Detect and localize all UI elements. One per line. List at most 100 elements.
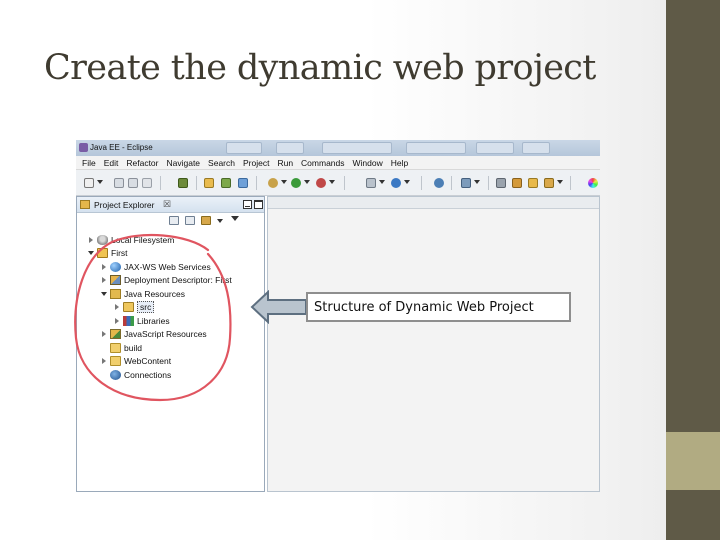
new-project-icon[interactable] <box>204 178 214 188</box>
collapse-icon[interactable] <box>87 249 95 257</box>
taskbar-ghost-tab <box>322 142 392 154</box>
expand-icon[interactable] <box>100 330 108 338</box>
minimize-icon[interactable] <box>243 200 252 209</box>
chevron-down-icon[interactable] <box>379 180 385 184</box>
tree-item-local-filesystem[interactable]: Local Filesystem <box>87 233 174 246</box>
editor-tab-bar <box>268 197 599 209</box>
open-folder-icon[interactable] <box>528 178 538 188</box>
menu-file[interactable]: File <box>78 158 100 168</box>
chevron-down-icon[interactable] <box>329 180 335 184</box>
tree-item-label: Connections <box>124 369 172 380</box>
tree-item-connections[interactable]: Connections <box>100 368 171 381</box>
toggle-icon[interactable] <box>496 178 506 188</box>
javascript-icon <box>110 328 121 339</box>
chevron-down-icon[interactable] <box>281 180 287 184</box>
menu-commands[interactable]: Commands <box>297 158 348 168</box>
expand-icon[interactable] <box>100 357 108 365</box>
tree-item-deployment-descriptor[interactable]: Deployment Descriptor: First <box>100 273 232 286</box>
tree-item-src[interactable]: src <box>113 300 155 313</box>
chevron-down-icon[interactable] <box>217 219 223 223</box>
tree-item-label: WebContent <box>124 355 172 366</box>
tree-item-first[interactable]: First <box>87 246 128 259</box>
debug-icon[interactable] <box>268 178 278 188</box>
decorative-sidebar-bottom <box>666 490 720 540</box>
open-type-icon[interactable] <box>366 178 376 188</box>
menu-project[interactable]: Project <box>239 158 273 168</box>
print-icon[interactable] <box>142 178 152 188</box>
toolbar-separator <box>344 176 345 190</box>
tree-item-webcontent[interactable]: WebContent <box>100 354 171 367</box>
external-tools-icon[interactable] <box>316 178 326 188</box>
run-icon[interactable] <box>291 178 301 188</box>
view-menu-icon[interactable] <box>201 216 211 225</box>
menu-search[interactable]: Search <box>204 158 239 168</box>
tree-item-jax-ws[interactable]: JAX-WS Web Services <box>100 260 211 273</box>
save-all-icon[interactable] <box>128 178 138 188</box>
expand-icon[interactable] <box>100 276 108 284</box>
maximize-icon[interactable] <box>254 200 263 209</box>
web-icon[interactable] <box>434 178 444 188</box>
web-services-icon <box>110 261 121 272</box>
new-icon[interactable] <box>84 178 94 188</box>
package-folder-icon <box>123 301 134 312</box>
tree-item-label: build <box>124 342 142 353</box>
libraries-icon <box>123 315 134 326</box>
collapse-icon[interactable] <box>100 290 108 298</box>
new-package-icon[interactable] <box>221 178 231 188</box>
chevron-down-icon[interactable] <box>557 180 563 184</box>
toolbar-separator <box>451 176 452 190</box>
expand-icon[interactable] <box>113 303 121 311</box>
menu-refactor[interactable]: Refactor <box>122 158 162 168</box>
browser-icon[interactable] <box>391 178 401 188</box>
menu-run[interactable]: Run <box>273 158 297 168</box>
menu-edit[interactable]: Edit <box>100 158 123 168</box>
window-title: Java EE - Eclipse <box>90 143 153 152</box>
chevron-down-icon[interactable] <box>304 180 310 184</box>
tree-item-build[interactable]: build <box>100 341 142 354</box>
folder-icon <box>110 342 121 353</box>
toolbar-separator <box>421 176 422 190</box>
chevron-down-icon[interactable] <box>404 180 410 184</box>
menu-navigate[interactable]: Navigate <box>162 158 204 168</box>
pen-icon[interactable] <box>544 178 554 188</box>
editor-body[interactable] <box>268 209 599 491</box>
expand-icon[interactable] <box>100 263 108 271</box>
tree-item-javascript-resources[interactable]: JavaScript Resources <box>100 327 207 340</box>
chevron-down-icon[interactable] <box>97 180 103 184</box>
descriptor-icon <box>110 274 121 285</box>
palette-icon[interactable] <box>588 178 598 188</box>
view-menu-arrow-icon[interactable] <box>231 216 239 221</box>
taskbar-ghost-tab <box>226 142 262 154</box>
chevron-down-icon[interactable] <box>474 180 480 184</box>
structure-callout-label: Structure of Dynamic Web Project <box>306 292 571 322</box>
save-icon[interactable] <box>114 178 124 188</box>
search-icon[interactable] <box>461 178 471 188</box>
tree-item-label: JavaScript Resources <box>124 328 207 339</box>
expand-icon[interactable] <box>87 236 95 244</box>
folder-icon <box>110 355 121 366</box>
tree-item-java-resources[interactable]: Java Resources <box>100 287 185 300</box>
tree-item-label: First <box>111 247 128 258</box>
slide-title: Create the dynamic web project <box>44 48 596 88</box>
menu-help[interactable]: Help <box>387 158 412 168</box>
toolbar-separator <box>570 176 571 190</box>
expand-icon[interactable] <box>113 317 121 325</box>
annotation-icon[interactable] <box>512 178 522 188</box>
deploy-icon[interactable] <box>178 178 188 188</box>
decorative-sidebar-top <box>666 0 720 432</box>
menu-window[interactable]: Window <box>349 158 387 168</box>
eclipse-app-icon <box>79 143 88 152</box>
toolbar-separator <box>160 176 161 190</box>
toolbar-separator <box>196 176 197 190</box>
tree-item-label: JAX-WS Web Services <box>124 261 211 272</box>
collapse-all-icon[interactable] <box>169 216 179 225</box>
menu-bar: File Edit Refactor Navigate Search Proje… <box>76 156 600 170</box>
tree-item-label: Java Resources <box>124 288 185 299</box>
project-explorer-tab[interactable]: Project Explorer <box>94 200 154 210</box>
link-with-editor-icon[interactable] <box>185 216 195 225</box>
tree-item-libraries[interactable]: Libraries <box>113 314 170 327</box>
close-icon[interactable]: ☒ <box>163 199 171 210</box>
project-explorer-header: Project Explorer ☒ <box>77 197 264 213</box>
new-class-icon[interactable] <box>238 178 248 188</box>
editor-area <box>267 196 600 492</box>
